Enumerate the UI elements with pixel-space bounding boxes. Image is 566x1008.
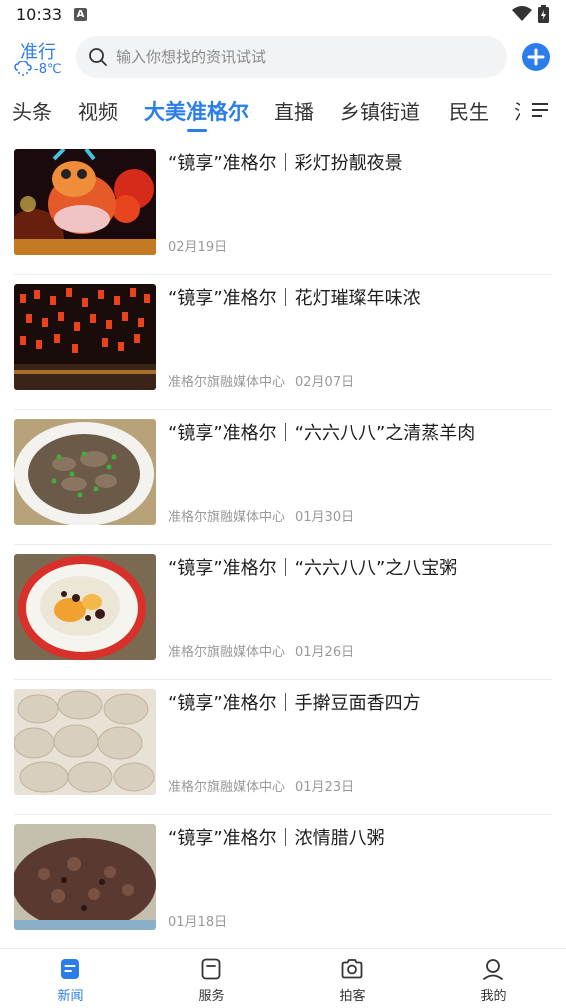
news-item[interactable]: “镜享”准格尔｜浓情腊八粥 01月18日 xyxy=(0,815,566,950)
active-tab-indicator xyxy=(187,129,207,132)
nav-news[interactable]: 新闻 xyxy=(0,949,141,1008)
profile-icon xyxy=(483,959,503,980)
news-item[interactable]: “镜享”准格尔｜彩灯扮靓夜景 02月19日 xyxy=(0,140,566,275)
search-input[interactable] xyxy=(116,36,496,78)
news-title: “镜享”准格尔｜彩灯扮靓夜景 xyxy=(168,153,403,174)
menu-icon[interactable] xyxy=(530,102,550,118)
nav-label: 服务 xyxy=(198,989,225,1004)
wifi-icon xyxy=(512,6,532,21)
news-title: “镜享”准格尔｜花灯璀璨年味浓 xyxy=(168,288,421,309)
status-time: 10:33 xyxy=(16,5,63,24)
news-date: 01月23日 xyxy=(295,780,355,795)
tab-damei-zhungeer[interactable]: 大美准格尔 xyxy=(144,96,249,126)
news-item[interactable]: “镜享”准格尔｜花灯璀璨年味浓 准格尔旗融媒体中心 02月07日 xyxy=(0,275,566,410)
weather-temperature: -8℃ xyxy=(34,62,62,77)
lanterns-street-image xyxy=(14,284,156,390)
nav-label: 拍客 xyxy=(339,989,366,1004)
news-icon xyxy=(61,959,79,979)
news-date: 01月30日 xyxy=(295,510,355,525)
weather-widget[interactable]: 准行 -8℃ xyxy=(14,38,66,82)
news-meta: 01月18日 xyxy=(168,911,227,930)
search-bar[interactable] xyxy=(76,36,507,78)
news-title: “镜享”准格尔｜“六六八八”之清蒸羊肉 xyxy=(168,423,476,444)
category-tabs: 头条 视频 大美准格尔 直播 乡镇街道 民生 法 xyxy=(0,90,520,136)
search-icon xyxy=(89,48,107,66)
status-bar: 10:33 A xyxy=(0,0,566,30)
nav-label: 新闻 xyxy=(57,989,84,1004)
news-date: 01月18日 xyxy=(168,915,228,930)
news-meta: 02月19日 xyxy=(168,236,227,255)
tab-headlines[interactable]: 头条 xyxy=(12,96,52,125)
notification-icon: A xyxy=(74,8,87,21)
news-source: 准格尔旗融媒体中心 xyxy=(168,375,286,390)
plus-icon xyxy=(527,48,545,66)
eight-treasure-porridge-image xyxy=(14,554,156,660)
news-item[interactable]: “镜享”准格尔｜“六六八八”之八宝粥 准格尔旗融媒体中心 01月26日 xyxy=(0,545,566,680)
tab-livelihood[interactable]: 民生 xyxy=(449,96,489,125)
camera-icon xyxy=(341,959,363,979)
news-source: 准格尔旗融媒体中心 xyxy=(168,645,286,660)
news-source: 准格尔旗融媒体中心 xyxy=(168,780,286,795)
nav-profile[interactable]: 我的 xyxy=(423,949,564,1008)
news-date: 02月07日 xyxy=(295,375,355,390)
tab-law[interactable]: 法 xyxy=(514,96,520,125)
news-date: 01月26日 xyxy=(295,645,355,660)
nav-service[interactable]: 服务 xyxy=(141,949,282,1008)
lantern-festival-image xyxy=(14,149,156,255)
nav-camera[interactable]: 拍客 xyxy=(282,949,423,1008)
news-item[interactable]: “镜享”准格尔｜手擀豆面香四方 准格尔旗融媒体中心 01月23日 xyxy=(0,680,566,815)
news-meta: 准格尔旗融媒体中心 01月26日 xyxy=(168,641,354,660)
steamed-mutton-image xyxy=(14,419,156,525)
news-title: “镜享”准格尔｜手擀豆面香四方 xyxy=(168,693,421,714)
news-meta: 准格尔旗融媒体中心 02月07日 xyxy=(168,371,354,390)
news-meta: 准格尔旗融媒体中心 01月23日 xyxy=(168,776,354,795)
news-source: 准格尔旗融媒体中心 xyxy=(168,510,286,525)
nav-label: 我的 xyxy=(480,989,507,1004)
snow-cloud-icon xyxy=(14,61,32,76)
service-icon xyxy=(201,958,221,980)
news-meta: 准格尔旗融媒体中心 01月30日 xyxy=(168,506,354,525)
tab-towns[interactable]: 乡镇街道 xyxy=(340,96,420,125)
news-title: “镜享”准格尔｜“六六八八”之八宝粥 xyxy=(168,558,458,579)
news-item[interactable]: “镜享”准格尔｜“六六八八”之清蒸羊肉 准格尔旗融媒体中心 01月30日 xyxy=(0,410,566,545)
tab-live[interactable]: 直播 xyxy=(274,96,314,125)
add-button[interactable] xyxy=(522,43,550,71)
battery-icon xyxy=(538,5,549,23)
news-title: “镜享”准格尔｜浓情腊八粥 xyxy=(168,828,385,849)
laba-porridge-image xyxy=(14,824,156,930)
bottom-nav: 新闻 服务 拍客 我的 xyxy=(0,948,566,1008)
news-date: 02月19日 xyxy=(168,240,228,255)
tab-video[interactable]: 视频 xyxy=(78,96,118,125)
bean-noodles-image xyxy=(14,689,156,795)
